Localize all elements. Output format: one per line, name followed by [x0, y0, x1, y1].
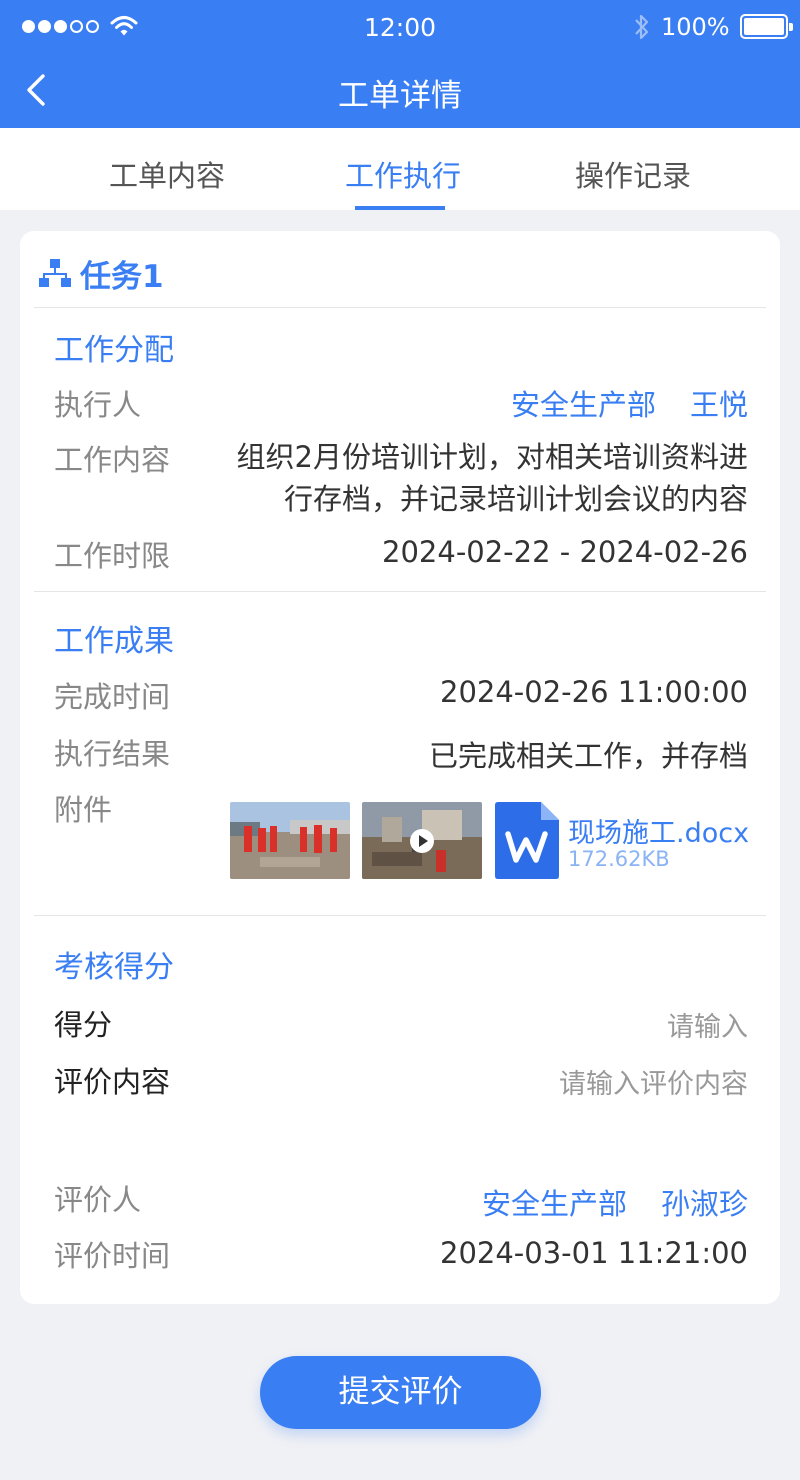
comment-input[interactable]: 请输入评价内容 [559, 1062, 748, 1101]
executor-name[interactable]: 王悦 [690, 382, 748, 424]
evaluator-label: 评价人 [54, 1183, 142, 1217]
deadline-label: 工作时限 [54, 539, 171, 573]
executor-dept[interactable]: 安全生产部 [511, 382, 656, 424]
app-header: 12:00 100% 工单详情 [0, 0, 800, 128]
tab-work-order-content[interactable]: 工单内容 [109, 153, 225, 195]
active-tab-indicator [355, 206, 445, 210]
attachment-photo-thumbnail[interactable] [230, 802, 350, 879]
attachment-file-name[interactable]: 现场施工.docx [568, 811, 749, 850]
executor-label: 执行人 [54, 388, 142, 422]
tab-work-execution[interactable]: 工作执行 [345, 153, 461, 195]
battery-icon [740, 14, 793, 39]
attachment-file-size: 172.62KB [568, 847, 670, 871]
outcome-label: 执行结果 [54, 737, 171, 771]
tab-operation-log[interactable]: 操作记录 [575, 153, 691, 195]
status-bar: 12:00 100% [0, 0, 800, 56]
comment-label: 评价内容 [54, 1065, 171, 1099]
attachment-video-thumbnail[interactable] [362, 802, 482, 879]
task-header: 任务1 [38, 253, 164, 295]
deadline-value: 2024-02-22 - 2024-02-26 [382, 535, 748, 569]
play-icon[interactable] [410, 829, 434, 853]
bluetooth-icon [635, 14, 649, 40]
work-content-label: 工作内容 [54, 443, 171, 477]
section-title-evaluation: 考核得分 [54, 950, 174, 985]
attachment-label: 附件 [54, 793, 113, 827]
battery-percentage: 100% [661, 13, 730, 41]
submit-evaluation-button[interactable]: 提交评价 [260, 1356, 541, 1429]
evaluator-name[interactable]: 孙淑珍 [661, 1181, 748, 1223]
evaluator-value: 安全生产部 孙淑珍 [482, 1181, 748, 1223]
work-content-value: 组织2月份培训计划，对相关培训资料进行存档，并记录培训计划会议的内容 [236, 440, 748, 516]
word-document-icon[interactable] [495, 802, 559, 879]
task-card: 任务1 工作分配 执行人 安全生产部 王悦 工作内容 组织2月份培训计划，对相关… [20, 231, 780, 1304]
divider [34, 591, 766, 592]
eval-time-label: 评价时间 [54, 1239, 171, 1273]
page-title: 工单详情 [338, 78, 462, 114]
divider [34, 915, 766, 916]
evaluator-dept[interactable]: 安全生产部 [482, 1181, 627, 1223]
task-title: 任务1 [80, 258, 164, 295]
section-title-result: 工作成果 [54, 624, 174, 659]
score-label: 得分 [54, 1008, 113, 1042]
finish-time-label: 完成时间 [54, 680, 171, 714]
outcome-value: 已完成相关工作，并存档 [428, 739, 748, 773]
finish-time-value: 2024-02-26 11:00:00 [440, 675, 748, 709]
divider [34, 307, 766, 308]
org-structure-icon [39, 259, 71, 287]
section-title-assignment: 工作分配 [54, 333, 174, 368]
eval-time-value: 2024-03-01 11:21:00 [440, 1236, 748, 1270]
score-input[interactable]: 请输入 [667, 1005, 748, 1044]
executor-value: 安全生产部 王悦 [511, 382, 748, 424]
tab-bar: 工单内容 工作执行 操作记录 [0, 128, 800, 210]
